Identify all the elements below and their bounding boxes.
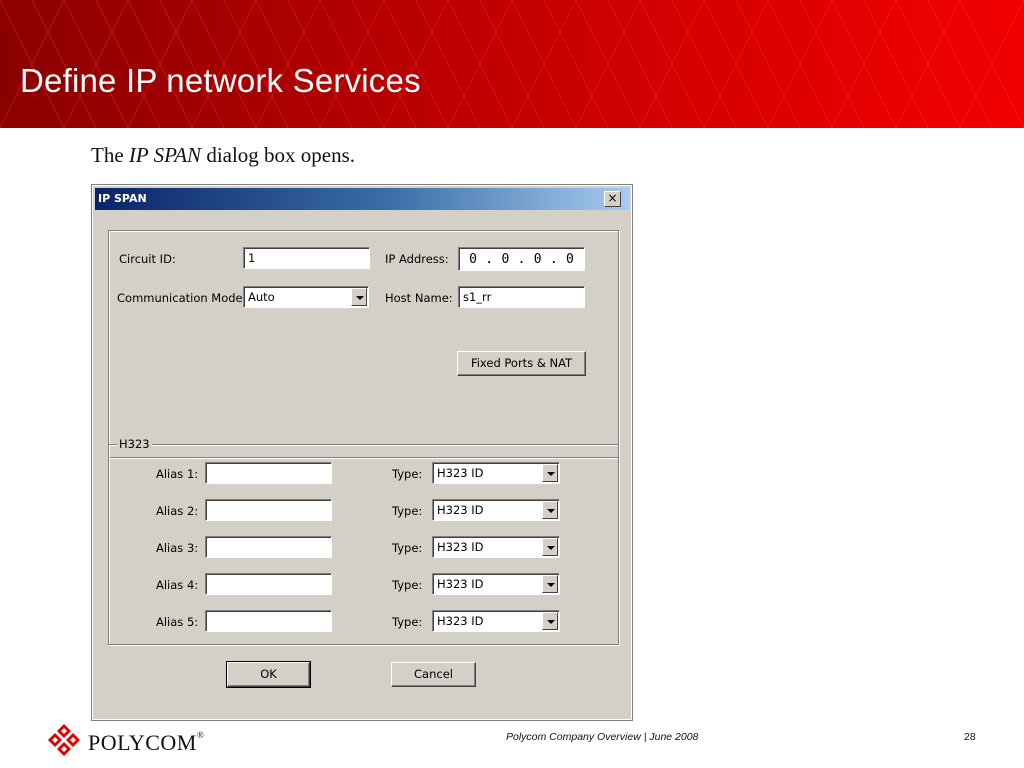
ok-label: OK (260, 667, 277, 681)
ip-dot-3: . (549, 251, 558, 267)
comm-mode-label: Communication Mode: (117, 291, 247, 305)
slide-caption: The IP SPAN dialog box opens. (91, 143, 355, 168)
cancel-label: Cancel (414, 667, 453, 681)
footer-text: Polycom Company Overview | June 2008 (506, 731, 699, 743)
alias-4-type-value: H323 ID (437, 577, 484, 591)
chevron-down-icon[interactable] (542, 612, 558, 630)
chevron-down-icon[interactable] (542, 538, 558, 556)
circuit-id-field[interactable]: 1 (243, 247, 370, 269)
alias-5-type-select[interactable]: H323 ID (432, 610, 560, 632)
chevron-down-icon[interactable] (542, 501, 558, 519)
close-icon: × (607, 191, 618, 205)
close-button[interactable]: × (604, 191, 621, 207)
caption-suffix: dialog box opens. (201, 143, 356, 167)
alias-2-type-select[interactable]: H323 ID (432, 499, 560, 521)
ip-dot-2: . (517, 251, 526, 267)
comm-mode-select[interactable]: Auto (243, 286, 369, 308)
registered-mark: ® (196, 730, 205, 740)
dialog-titlebar[interactable]: IP SPAN × (95, 188, 629, 210)
caption-prefix: The (91, 143, 129, 167)
alias-5-label: Alias 5: (156, 615, 199, 629)
alias-2-type-label: Type: (392, 504, 423, 518)
alias-1-label: Alias 1: (156, 467, 199, 481)
circuit-id-label: Circuit ID: (119, 252, 176, 266)
ip-octet-4: 0 (566, 251, 574, 267)
alias-5-type-value: H323 ID (437, 614, 484, 628)
polycom-name: POLYCOM (88, 730, 197, 755)
comm-mode-value: Auto (248, 290, 275, 304)
fixed-ports-nat-button[interactable]: Fixed Ports & NAT (457, 351, 586, 376)
alias-4-field[interactable] (205, 573, 332, 595)
chevron-down-icon[interactable] (351, 288, 367, 306)
cancel-button[interactable]: Cancel (391, 662, 476, 687)
polycom-logo-icon (48, 724, 80, 756)
ip-octet-1: 0 (469, 251, 477, 267)
dialog-title: IP SPAN (98, 192, 147, 205)
ip-dot-1: . (485, 251, 494, 267)
chevron-down-icon[interactable] (542, 575, 558, 593)
circuit-id-value: 1 (248, 251, 256, 265)
alias-5-field[interactable] (205, 610, 332, 632)
ip-span-dialog: IP SPAN × Circuit ID: 1 IP Address: 0 . … (91, 184, 633, 721)
alias-4-type-label: Type: (392, 578, 423, 592)
alias-1-type-value: H323 ID (437, 466, 484, 480)
slide-header: Define IP network Services (0, 0, 1024, 128)
alias-1-type-select[interactable]: H323 ID (432, 462, 560, 484)
page-number: 28 (964, 731, 976, 743)
alias-3-type-label: Type: (392, 541, 423, 555)
alias-3-type-select[interactable]: H323 ID (432, 536, 560, 558)
alias-4-type-select[interactable]: H323 ID (432, 573, 560, 595)
alias-3-field[interactable] (205, 536, 332, 558)
alias-2-label: Alias 2: (156, 504, 199, 518)
alias-5-type-label: Type: (392, 615, 423, 629)
chevron-down-icon[interactable] (542, 464, 558, 482)
host-name-field[interactable]: s1_rr (458, 286, 585, 308)
ok-button[interactable]: OK (226, 661, 311, 688)
alias-3-label: Alias 3: (156, 541, 199, 555)
ip-octet-2: 0 (501, 251, 510, 267)
alias-2-type-value: H323 ID (437, 503, 484, 517)
ip-address-field[interactable]: 0 . 0 . 0 . 0 (458, 247, 585, 271)
alias-2-field[interactable] (205, 499, 332, 521)
h323-legend: H323 (117, 437, 152, 451)
ip-address-label: IP Address: (385, 252, 449, 266)
general-group: Circuit ID: 1 IP Address: 0 . 0 . 0 . 0 … (108, 230, 619, 458)
h323-group: H323 Alias 1: Type: H323 ID Alias 2: Typ… (108, 437, 619, 645)
fixed-ports-nat-label: Fixed Ports & NAT (470, 356, 573, 370)
polycom-wordmark: POLYCOM® (88, 730, 204, 756)
alias-1-field[interactable] (205, 462, 332, 484)
slide-title: Define IP network Services (20, 62, 421, 99)
caption-dialog-name: IP SPAN (128, 143, 202, 167)
host-name-value: s1_rr (463, 290, 492, 304)
ip-octet-3: 0 (533, 251, 542, 267)
alias-1-type-label: Type: (392, 467, 423, 481)
alias-3-type-value: H323 ID (437, 540, 484, 554)
alias-4-label: Alias 4: (156, 578, 199, 592)
host-name-label: Host Name: (385, 291, 453, 305)
